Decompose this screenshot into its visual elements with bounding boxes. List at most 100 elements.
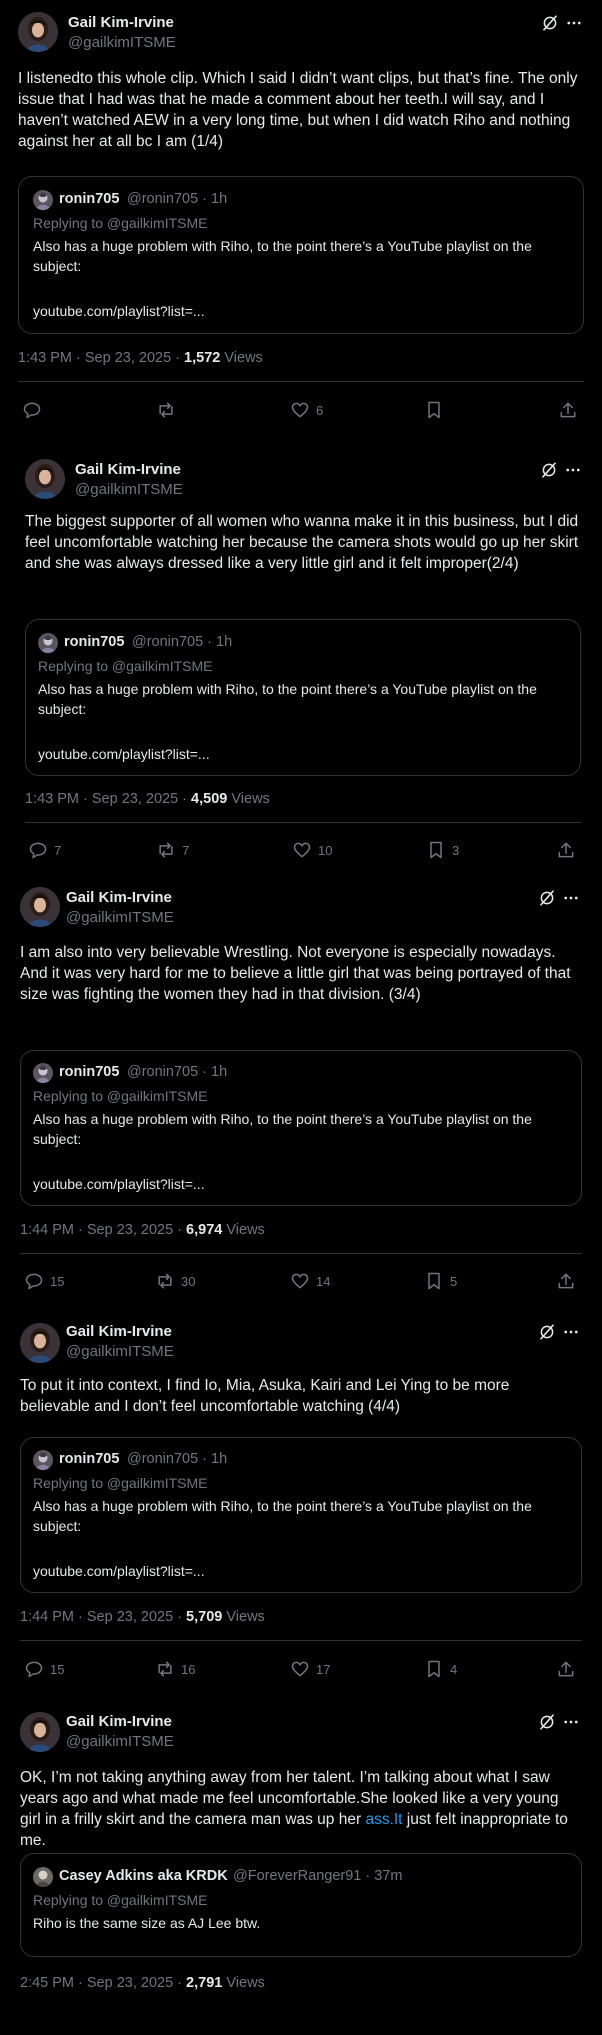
- quote-meta: @ronin705 · 1h: [127, 1064, 228, 1080]
- avatar[interactable]: [25, 459, 65, 499]
- like-button[interactable]: 17: [290, 1659, 330, 1679]
- time-text: 1:43 PM · Sep 23, 2025 ·: [25, 791, 192, 807]
- more-icon[interactable]: [562, 889, 580, 907]
- bookmark-button[interactable]: [424, 400, 444, 420]
- quote-link[interactable]: youtube.com/playlist?list=...: [33, 1176, 205, 1192]
- share-button[interactable]: [558, 400, 578, 420]
- repost-button[interactable]: 30: [155, 1271, 195, 1291]
- quote-link[interactable]: youtube.com/playlist?list=...: [38, 746, 210, 762]
- time-text: 1:43 PM · Sep 23, 2025 ·: [18, 350, 185, 366]
- quote-meta: @ForeverRanger91 · 37m: [233, 1868, 403, 1884]
- time-text: 1:44 PM · Sep 23, 2025 ·: [20, 1609, 187, 1625]
- avatar[interactable]: [20, 1323, 60, 1363]
- author-handle[interactable]: @gailkimITSME: [75, 481, 183, 498]
- repost-button[interactable]: [156, 400, 182, 420]
- avatar[interactable]: [18, 12, 58, 52]
- views-label: Views: [220, 350, 263, 366]
- divider: [25, 822, 581, 823]
- quote-avatar: [33, 1867, 53, 1887]
- more-icon[interactable]: [562, 1323, 580, 1341]
- tweet-2: Gail Kim-Irvine @gailkimITSME The bigges…: [6, 443, 596, 877]
- reply-button[interactable]: 15: [24, 1659, 64, 1679]
- divider: [20, 1253, 582, 1254]
- quote-link[interactable]: youtube.com/playlist?list=...: [33, 303, 205, 319]
- like-button[interactable]: 14: [290, 1271, 330, 1291]
- grok-icon[interactable]: [538, 889, 556, 907]
- like-count: 17: [316, 1661, 331, 1677]
- bookmark-icon: [424, 400, 444, 420]
- author-handle[interactable]: @gailkimITSME: [66, 909, 174, 926]
- like-count: 6: [316, 402, 324, 418]
- author-handle[interactable]: @gailkimITSME: [66, 1343, 174, 1360]
- reply-icon: [28, 840, 48, 860]
- tweet-timestamp[interactable]: 1:44 PM · Sep 23, 2025 · 6,974 Views: [20, 1222, 265, 1238]
- share-button[interactable]: [556, 840, 576, 860]
- repost-button[interactable]: 7: [156, 840, 189, 860]
- views-label: Views: [222, 1609, 265, 1625]
- reply-button[interactable]: 7: [28, 840, 61, 860]
- bookmark-button[interactable]: 5: [424, 1271, 457, 1291]
- quote-replying-to: Replying to @gailkimITSME: [33, 1475, 208, 1491]
- quoted-tweet[interactable]: ronin705 @ronin705 · 1h Replying to @gai…: [20, 1050, 582, 1206]
- heart-icon: [290, 1659, 310, 1679]
- tweet-5: Gail Kim-Irvine @gailkimITSME OK, I’m no…: [0, 1689, 602, 2035]
- grok-icon[interactable]: [538, 1713, 556, 1731]
- tweet-timestamp[interactable]: 2:45 PM · Sep 23, 2025 · 2,791 Views: [20, 1975, 265, 1991]
- tweet-timestamp[interactable]: 1:43 PM · Sep 23, 2025 · 1,572 Views: [18, 350, 263, 366]
- tweet-timestamp[interactable]: 1:44 PM · Sep 23, 2025 · 5,709 Views: [20, 1609, 265, 1625]
- tweet-inline-link[interactable]: ass.It: [365, 1811, 402, 1828]
- repost-button[interactable]: 16: [155, 1659, 195, 1679]
- author-name[interactable]: Gail Kim-Irvine: [75, 461, 181, 478]
- quote-replying-to: Replying to @gailkimITSME: [33, 1892, 208, 1908]
- share-icon: [556, 840, 576, 860]
- divider: [18, 381, 584, 382]
- repost-icon: [155, 1271, 175, 1291]
- quoted-tweet[interactable]: ronin705 @ronin705 · 1h Replying to @gai…: [25, 619, 581, 776]
- more-icon[interactable]: [562, 1713, 580, 1731]
- share-button[interactable]: [556, 1659, 576, 1679]
- quoted-tweet[interactable]: Casey Adkins aka KRDK @ForeverRanger91 ·…: [20, 1853, 582, 1957]
- avatar[interactable]: [20, 1712, 60, 1752]
- quoted-tweet[interactable]: ronin705 @ronin705 · 1h Replying to @gai…: [18, 176, 584, 334]
- author-name[interactable]: Gail Kim-Irvine: [68, 14, 174, 31]
- author-handle[interactable]: @gailkimITSME: [66, 1733, 174, 1750]
- more-icon[interactable]: [565, 14, 583, 32]
- like-button[interactable]: 10: [292, 840, 332, 860]
- like-button[interactable]: 6: [290, 400, 323, 420]
- like-count: 10: [318, 842, 333, 858]
- views-count: 4,509: [191, 791, 228, 807]
- reply-button[interactable]: 15: [24, 1271, 64, 1291]
- quote-meta: @ronin705 · 1h: [132, 634, 233, 650]
- heart-icon: [290, 1271, 310, 1291]
- author-name[interactable]: Gail Kim-Irvine: [66, 889, 172, 906]
- repost-count: 16: [181, 1661, 196, 1677]
- grok-icon[interactable]: [541, 14, 559, 32]
- quote-author: Casey Adkins aka KRDK: [59, 1868, 228, 1884]
- share-button[interactable]: [556, 1271, 576, 1291]
- author-name[interactable]: Gail Kim-Irvine: [66, 1323, 172, 1340]
- views-count: 1,572: [184, 350, 221, 366]
- share-icon: [556, 1659, 576, 1679]
- quote-replying-to: Replying to @gailkimITSME: [33, 215, 208, 231]
- quote-link[interactable]: youtube.com/playlist?list=...: [33, 1563, 205, 1579]
- quote-author: ronin705: [59, 1064, 120, 1080]
- quote-replying-to: Replying to @gailkimITSME: [33, 1088, 208, 1104]
- author-name[interactable]: Gail Kim-Irvine: [66, 1713, 172, 1730]
- quote-meta: @ronin705 · 1h: [127, 191, 228, 207]
- share-icon: [558, 400, 578, 420]
- author-handle[interactable]: @gailkimITSME: [68, 34, 176, 51]
- reply-button[interactable]: [22, 400, 48, 420]
- tweet-timestamp[interactable]: 1:43 PM · Sep 23, 2025 · 4,509 Views: [25, 791, 270, 807]
- reply-count: 15: [50, 1273, 65, 1289]
- quote-author: ronin705: [64, 634, 125, 650]
- avatar[interactable]: [20, 887, 60, 927]
- quoted-tweet[interactable]: ronin705 @ronin705 · 1h Replying to @gai…: [20, 1437, 582, 1593]
- time-text: 1:44 PM · Sep 23, 2025 ·: [20, 1222, 187, 1238]
- grok-icon[interactable]: [540, 461, 558, 479]
- bookmark-button[interactable]: 3: [426, 840, 459, 860]
- more-icon[interactable]: [564, 461, 582, 479]
- grok-icon[interactable]: [538, 1323, 556, 1341]
- bookmark-button[interactable]: 4: [424, 1659, 457, 1679]
- repost-icon: [156, 840, 176, 860]
- quote-text: Also has a huge problem with Riho, to th…: [38, 681, 537, 717]
